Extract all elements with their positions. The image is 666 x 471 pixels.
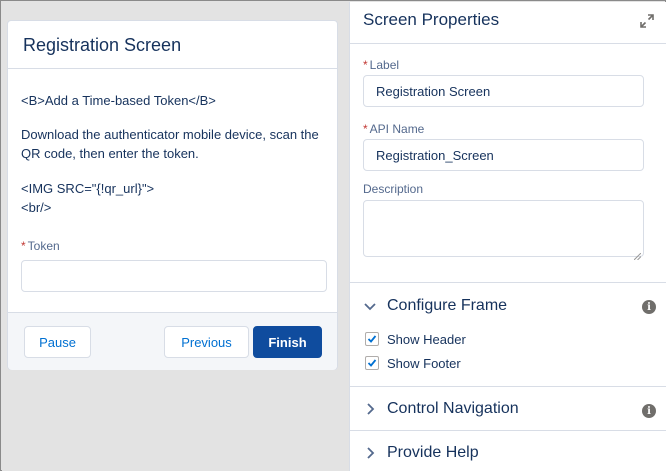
screen-preview-card[interactable]: Registration Screen <B>Add a Time-based … [7,20,338,370]
token-label-text: Token [27,239,60,253]
screen-canvas: Registration Screen <B>Add a Time-based … [2,2,349,471]
checkbox-checked-icon [365,332,379,346]
configure-frame-toggle[interactable]: Configure Frame [363,294,507,318]
preview-title: Registration Screen [23,35,182,55]
pause-button[interactable]: Pause [24,326,91,358]
label-field-label: * Label [363,58,399,72]
description-field-label: Description [363,182,424,196]
configure-frame-title: Configure Frame [387,297,508,314]
required-asterisk: * [21,239,26,253]
display-text-line-1: <B>Add a Time-based Token</B> [21,93,216,108]
api-name-field-label: * API Name [363,122,424,136]
expand-icon[interactable] [640,14,654,28]
api-name-input[interactable]: Registration_Screen [363,139,644,171]
control-navigation-section: Control Navigation i [350,386,666,432]
configure-frame-section: Configure Frame i Show Header Show Foote… [350,282,666,392]
info-icon[interactable]: i [642,404,656,418]
required-asterisk: * [363,58,368,72]
description-textarea[interactable] [363,200,644,261]
properties-title: Screen Properties [363,10,500,29]
show-header-checkbox[interactable]: Show Header [365,330,466,348]
provide-help-title: Provide Help [387,444,479,461]
checkbox-checked-icon [365,356,379,370]
label-input[interactable]: Registration Screen [363,75,644,107]
api-name-field-label-text: API Name [369,122,425,136]
label-field-label-text: Label [369,58,400,72]
chevron-down-icon [363,299,377,313]
show-footer-label: Show Footer [387,355,461,371]
screen-properties-panel: Screen Properties * Label Registration Sc… [349,2,666,471]
preview-header: Registration Screen [8,21,337,69]
provide-help-toggle[interactable]: Provide Help [363,441,479,465]
provide-help-section: Provide Help [350,430,666,471]
token-input[interactable] [21,260,327,292]
info-icon[interactable]: i [642,300,656,314]
display-text-line-3: <IMG SRC="{!qr_url}"> [21,181,155,196]
previous-button[interactable]: Previous [164,326,249,358]
preview-footer: Pause Previous Finish [8,312,337,370]
resize-grip-icon[interactable] [633,247,642,261]
control-navigation-title: Control Navigation [387,400,519,417]
show-header-label: Show Header [387,331,466,347]
token-label: * Token [21,239,60,253]
display-text-line-2: Download the authenticator mobile device… [21,127,319,161]
flow-builder-window: Registration Screen <B>Add a Time-based … [0,0,666,471]
display-text-line-4: <br/> [21,200,52,215]
required-asterisk: * [363,122,368,136]
control-navigation-toggle[interactable]: Control Navigation [363,397,519,421]
chevron-right-icon [363,402,377,416]
properties-header: Screen Properties [350,2,666,44]
chevron-right-icon [363,446,377,460]
show-footer-checkbox[interactable]: Show Footer [365,354,461,372]
finish-button[interactable]: Finish [253,326,322,358]
